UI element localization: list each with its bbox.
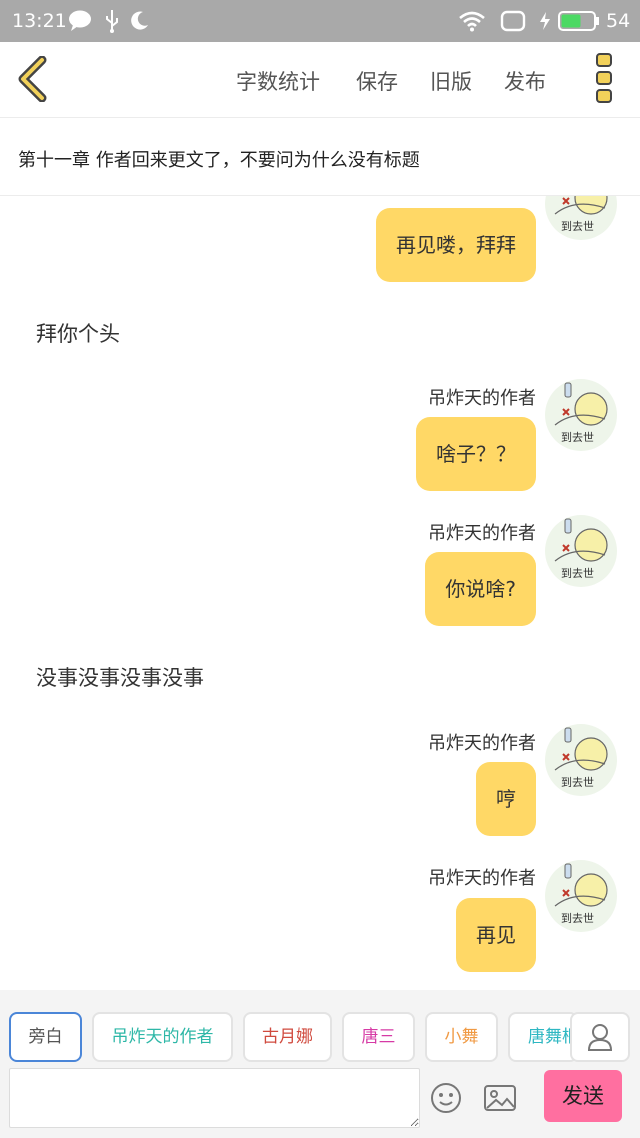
role-guyuena[interactable]: 古月娜 bbox=[243, 1012, 332, 1062]
battery-percent: 54 bbox=[606, 10, 631, 32]
send-button[interactable]: 发送 bbox=[544, 1070, 622, 1122]
chapter-title-bar[interactable]: 第十一章 作者回来更文了，不要问为什么没有标题 bbox=[0, 118, 640, 196]
save-button[interactable]: 保存 bbox=[356, 66, 398, 96]
message-bubble[interactable]: 再见 bbox=[456, 898, 536, 972]
chapter-title: 第十一章 作者回来更文了，不要问为什么没有标题 bbox=[18, 150, 420, 171]
moon-icon bbox=[128, 8, 150, 34]
publish-button[interactable]: 发布 bbox=[504, 66, 546, 96]
avatar-caption: 到去世 bbox=[561, 776, 594, 789]
emoji-button[interactable] bbox=[430, 1082, 462, 1114]
author-avatar[interactable]: 到去世 bbox=[545, 515, 617, 587]
more-menu-button[interactable] bbox=[594, 52, 614, 104]
narration-text[interactable]: 拜你个头 bbox=[36, 318, 120, 348]
speaker-name: 吊炸天的作者 bbox=[428, 523, 536, 544]
chevron-left-icon bbox=[18, 55, 47, 103]
role-narrator[interactable]: 旁白 bbox=[9, 1012, 82, 1062]
sim-icon bbox=[500, 8, 526, 34]
status-bar: 13:21 54 bbox=[0, 0, 640, 42]
charging-icon bbox=[538, 8, 552, 34]
chat-bubble-icon bbox=[68, 8, 92, 34]
avatar-caption: 到去世 bbox=[561, 431, 594, 444]
chat-area[interactable]: 到去世 再见喽，拜拜 拜你个头 吊炸天的作者 到去世 啥子？？ 吊炸天的作者 到… bbox=[0, 196, 640, 990]
role-tangwutong[interactable]: 唐舞桐 bbox=[508, 1012, 578, 1062]
smiley-icon bbox=[431, 1083, 461, 1113]
avatar-caption: 到去世 bbox=[561, 220, 594, 233]
wifi-icon bbox=[458, 8, 486, 34]
app-bar: 字数统计 保存 旧版 发布 bbox=[0, 42, 640, 118]
avatar-caption: 到去世 bbox=[561, 912, 594, 925]
message-input[interactable] bbox=[9, 1068, 420, 1128]
narration-text[interactable]: 没事没事没事没事 bbox=[36, 662, 204, 692]
back-button[interactable] bbox=[14, 55, 54, 103]
character-manage-button[interactable] bbox=[570, 1012, 630, 1062]
speaker-name: 吊炸天的作者 bbox=[428, 733, 536, 754]
status-time: 13:21 bbox=[12, 10, 67, 32]
old-version-button[interactable]: 旧版 bbox=[430, 66, 472, 96]
usb-icon bbox=[104, 8, 120, 34]
role-tangsan[interactable]: 唐三 bbox=[342, 1012, 415, 1062]
image-button[interactable] bbox=[483, 1083, 517, 1113]
battery-icon bbox=[558, 8, 600, 34]
role-author[interactable]: 吊炸天的作者 bbox=[92, 1012, 233, 1062]
message-bubble[interactable]: 你说啥? bbox=[425, 552, 536, 626]
author-avatar[interactable]: 到去世 bbox=[545, 724, 617, 796]
author-avatar[interactable]: 到去世 bbox=[545, 860, 617, 932]
author-avatar[interactable]: 到去世 bbox=[545, 196, 617, 240]
speaker-name: 吊炸天的作者 bbox=[428, 868, 536, 889]
word-count-button[interactable]: 字数统计 bbox=[236, 66, 320, 96]
image-icon bbox=[484, 1085, 516, 1111]
message-bubble[interactable]: 再见喽，拜拜 bbox=[376, 208, 536, 282]
more-dots-icon bbox=[596, 53, 612, 103]
role-xiaowu[interactable]: 小舞 bbox=[425, 1012, 498, 1062]
avatar-caption: 到去世 bbox=[561, 567, 594, 580]
speaker-name: 吊炸天的作者 bbox=[428, 388, 536, 409]
message-bubble[interactable]: 哼 bbox=[476, 762, 536, 836]
composer-panel: 旁白 吊炸天的作者 古月娜 唐三 小舞 唐舞桐 发送 bbox=[0, 990, 640, 1138]
author-avatar[interactable]: 到去世 bbox=[545, 379, 617, 451]
message-bubble[interactable]: 啥子？？ bbox=[416, 417, 536, 491]
person-icon bbox=[587, 1024, 613, 1051]
